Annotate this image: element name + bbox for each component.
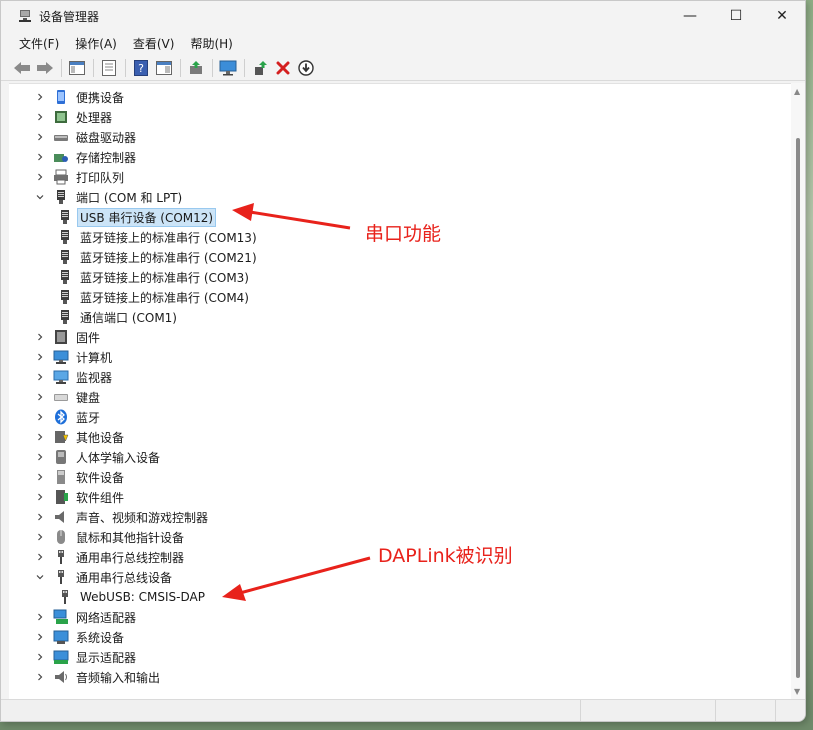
daplink-arrow — [222, 556, 371, 601]
serial-annotation: 串口功能 — [365, 223, 442, 245]
daplink-annotation: DAPLink被识别 — [378, 545, 513, 567]
serial-arrow — [232, 203, 351, 230]
annotation-arrows — [222, 203, 371, 601]
